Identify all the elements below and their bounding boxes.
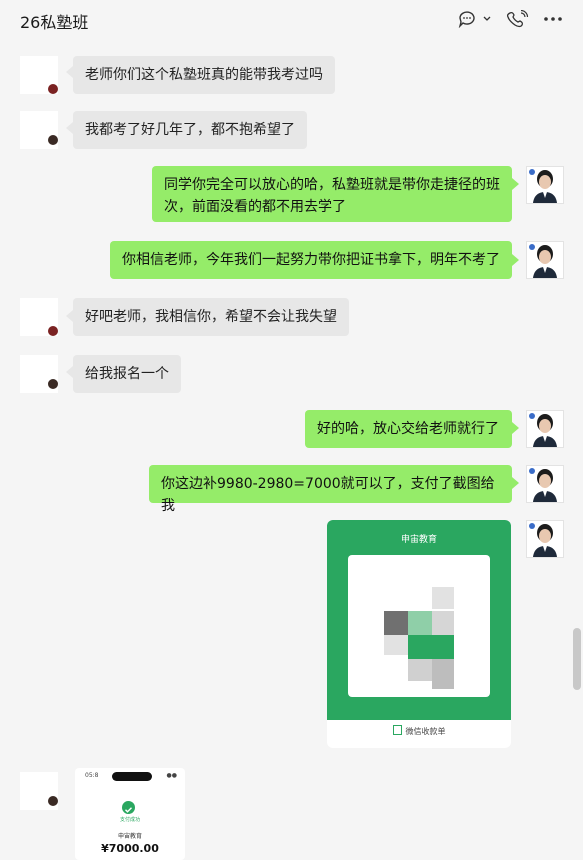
phone-status-indicators: ●● — [166, 772, 177, 779]
bubble-tail — [66, 310, 73, 322]
bubble-tail — [512, 178, 519, 190]
payment-qr-card[interactable]: 申宙教育 微信收款单 — [327, 520, 511, 748]
contact-avatar[interactable] — [20, 111, 58, 149]
person-icon — [527, 411, 563, 447]
contact-avatar[interactable] — [20, 772, 58, 810]
message-bubble-outgoing[interactable]: 同学你完全可以放心的哈，私塾班就是带你走捷径的班次，前面没看的都不用去学了 — [152, 166, 512, 222]
payment-success-label: 支付成功 — [119, 817, 140, 823]
contact-avatar[interactable] — [20, 298, 58, 336]
my-avatar[interactable] — [526, 520, 564, 558]
more-icon[interactable] — [543, 8, 563, 30]
phone-icon[interactable] — [506, 8, 532, 30]
phone-status-time: 05:8 — [85, 772, 99, 779]
qr-footer-label: 微信收款单 — [405, 727, 446, 736]
avatar-image — [48, 379, 58, 389]
bubble-tail — [512, 254, 519, 266]
redacted-block — [112, 772, 152, 781]
bubble-tail — [512, 422, 519, 434]
message-bubble-incoming[interactable]: 好吧老师，我相信你，希望不会让我失望 — [73, 298, 349, 336]
receipt-icon — [392, 725, 402, 735]
success-check-icon — [122, 801, 135, 814]
avatar-image — [48, 84, 58, 94]
chat-header: 26私塾班 — [0, 0, 583, 40]
message-bubble-outgoing[interactable]: 好的哈，放心交给老师就行了 — [305, 410, 512, 448]
avatar-image — [48, 796, 58, 806]
qr-code-image — [348, 555, 490, 697]
contact-avatar[interactable] — [20, 56, 58, 94]
message-bubble-incoming[interactable]: 我都考了好几年了，都不抱希望了 — [73, 111, 307, 149]
bubble-tail — [66, 66, 73, 78]
message-bubble-incoming[interactable]: 老师你们这个私塾班真的能带我考过吗 — [73, 56, 335, 94]
message-bubble-incoming[interactable]: 给我报名一个 — [73, 355, 181, 393]
bubble-tail — [512, 477, 519, 489]
my-avatar[interactable] — [526, 166, 564, 204]
message-bubble-outgoing[interactable]: 你这边补9980-2980=7000就可以了，支付了截图给我 — [149, 465, 512, 514]
payment-merchant: 申宙教育 — [117, 833, 142, 840]
avatar-image — [48, 135, 58, 145]
qr-card-header: 申宙教育 — [327, 520, 511, 720]
chat-title: 26私塾班 — [20, 13, 89, 32]
my-avatar[interactable] — [526, 410, 564, 448]
qr-footer: 微信收款单 — [327, 725, 511, 737]
person-icon — [527, 167, 563, 203]
payment-screenshot[interactable]: 05:8 ●● 支付成功 申宙教育 ¥7000.00 — [75, 768, 185, 860]
contact-avatar[interactable] — [20, 355, 58, 393]
bubble-tail — [66, 366, 73, 378]
qr-merchant-name: 申宙教育 — [400, 535, 437, 545]
payment-amount: ¥7000.00 — [101, 842, 159, 855]
my-avatar[interactable] — [526, 241, 564, 279]
scrollbar-thumb[interactable] — [573, 628, 581, 690]
person-icon — [527, 242, 563, 278]
message-bubble-outgoing[interactable]: 你相信老师，今年我们一起努力带你把证书拿下，明年不考了 — [110, 241, 512, 279]
chat-menu-icon[interactable] — [458, 8, 492, 30]
person-icon — [527, 521, 563, 557]
bubble-tail — [66, 122, 73, 134]
avatar-image — [48, 326, 58, 336]
person-icon — [527, 466, 563, 502]
my-avatar[interactable] — [526, 465, 564, 503]
